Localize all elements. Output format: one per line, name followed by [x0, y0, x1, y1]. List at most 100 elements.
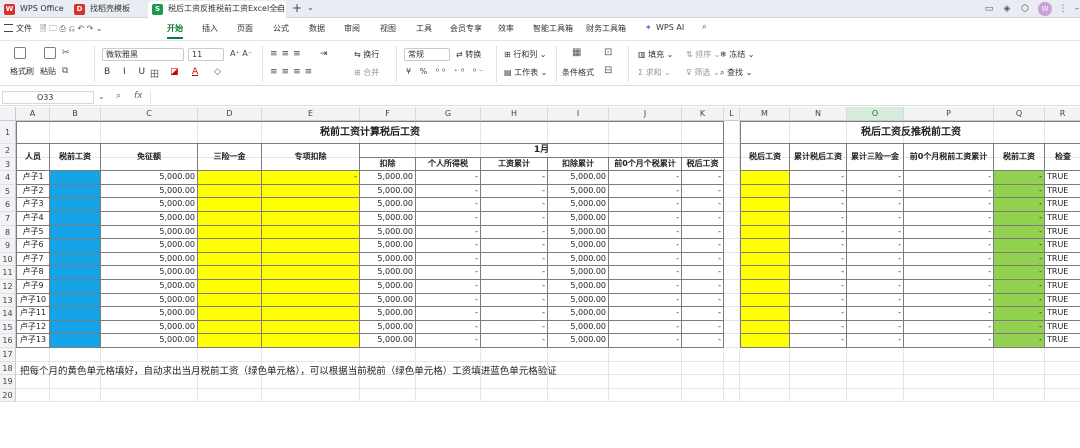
deduct-value[interactable]: 5,000.00 [360, 293, 416, 308]
deduct-cum-value[interactable]: 5,000.00 [548, 212, 609, 226]
special-input[interactable] [262, 293, 360, 308]
grid-cell[interactable] [740, 375, 790, 389]
grid-cell[interactable] [548, 361, 609, 376]
deduct-cum-value[interactable]: 5,000.00 [548, 184, 609, 199]
header-deduct-cum[interactable]: 扣除累计 [548, 157, 609, 172]
aftertax-value[interactable]: - [682, 293, 724, 308]
wage-cum-value[interactable]: - [481, 266, 548, 280]
deduct-cum-value[interactable]: 5,000.00 [548, 239, 609, 253]
wage-cum-value[interactable]: - [481, 239, 548, 253]
deduct-value[interactable]: 5,000.00 [360, 252, 416, 267]
fx-icon[interactable]: fx [134, 91, 143, 101]
font-color-icon[interactable]: A [192, 67, 198, 77]
pretax-input[interactable] [50, 307, 101, 321]
wage-cum-value[interactable]: - [481, 225, 548, 240]
prev-pretax-value[interactable]: - [904, 212, 994, 226]
special-input[interactable] [262, 266, 360, 280]
menu-review[interactable]: 审阅 [344, 23, 360, 34]
grid-cell[interactable] [682, 361, 724, 376]
header-right-pretax[interactable]: 税前工资 [994, 144, 1045, 172]
clear-format-icon[interactable]: ◇ [214, 67, 221, 77]
cum-ins-value[interactable]: - [847, 171, 904, 185]
format-painter-icon[interactable] [14, 47, 26, 59]
halign-buttons[interactable]: ≡≡≡≡ [270, 67, 316, 77]
aftertax-input[interactable] [740, 212, 790, 226]
grid-cell[interactable] [724, 320, 740, 335]
deduct-cum-value[interactable]: 5,000.00 [548, 320, 609, 335]
tax-value[interactable]: - [416, 198, 481, 212]
header-right-aftertax[interactable]: 税后工资 [740, 144, 790, 172]
grid-cell[interactable] [609, 361, 682, 376]
conditional-format-icon[interactable]: ▦ [572, 47, 581, 58]
grid-cell[interactable] [790, 388, 847, 403]
header-exempt[interactable]: 免征额 [101, 144, 198, 172]
header-wage-cum[interactable]: 工资累计 [481, 157, 548, 172]
cum-ins-value[interactable]: - [847, 293, 904, 308]
tax-value[interactable]: - [416, 252, 481, 267]
column-header-K[interactable]: K [682, 107, 724, 121]
check-value[interactable]: TRUE [1045, 280, 1080, 294]
wrap-text-button[interactable]: ⇆ 换行 [354, 49, 379, 60]
deduct-value[interactable]: 5,000.00 [360, 171, 416, 185]
cum-aftertax-value[interactable]: - [790, 171, 847, 185]
aftertax-input[interactable] [740, 225, 790, 240]
aftertax-input[interactable] [740, 184, 790, 199]
cum-ins-value[interactable]: - [847, 280, 904, 294]
wage-cum-value[interactable]: - [481, 320, 548, 335]
cum-ins-value[interactable]: - [847, 198, 904, 212]
exempt-value[interactable]: 5,000.00 [101, 198, 198, 212]
grid-cell[interactable] [740, 348, 790, 362]
grid-cell[interactable] [724, 252, 740, 267]
row-header-10[interactable]: 10 [0, 252, 16, 267]
exempt-value[interactable]: 5,000.00 [101, 307, 198, 321]
aftertax-value[interactable]: - [682, 307, 724, 321]
grid-cell[interactable] [198, 348, 262, 362]
grid-cell[interactable] [790, 375, 847, 389]
prev-pretax-value[interactable]: - [904, 266, 994, 280]
name-box[interactable]: O33 [2, 91, 94, 104]
deduct-cum-value[interactable]: 5,000.00 [548, 266, 609, 280]
person-name[interactable]: 卢子1 [16, 171, 50, 185]
grid-cell[interactable] [481, 388, 548, 403]
pretax-result[interactable]: - [994, 252, 1045, 267]
grid-cell[interactable] [262, 348, 360, 362]
grid-cell[interactable] [724, 198, 740, 212]
text-style-buttons[interactable]: B I U [104, 67, 150, 77]
exempt-value[interactable]: 5,000.00 [101, 212, 198, 226]
person-name[interactable]: 卢子12 [16, 320, 50, 335]
row-header-17[interactable]: 17 [0, 348, 16, 362]
grid-cell[interactable] [847, 375, 904, 389]
pretax-input[interactable] [50, 334, 101, 348]
grid-cell[interactable] [360, 375, 416, 389]
freeze-button[interactable]: ❄ 冻结 ⌄ [720, 49, 755, 60]
grid-cell[interactable] [904, 348, 994, 362]
name-box-chevron-icon[interactable]: ⌄ [98, 92, 105, 101]
special-input[interactable] [262, 334, 360, 348]
pretax-input[interactable] [50, 198, 101, 212]
grid-cell[interactable] [262, 375, 360, 389]
menu-tools[interactable]: 工具 [416, 23, 432, 34]
insurance-input[interactable] [198, 239, 262, 253]
title-left[interactable]: 税前工资计算税后工资 [16, 121, 724, 144]
row-header-11[interactable]: 11 [0, 266, 16, 280]
header-right-cum-ins[interactable]: 累计三险一金 [847, 144, 904, 172]
font-name-select[interactable]: 微软雅黑 [102, 48, 184, 61]
person-name[interactable]: 卢子2 [16, 184, 50, 199]
check-value[interactable]: TRUE [1045, 212, 1080, 226]
person-name[interactable]: 卢子5 [16, 225, 50, 240]
deduct-value[interactable]: 5,000.00 [360, 198, 416, 212]
row-header-5[interactable]: 5 [0, 184, 16, 199]
row-header-8[interactable]: 8 [0, 225, 16, 240]
grid-cell[interactable] [360, 388, 416, 403]
deduct-value[interactable]: 5,000.00 [360, 280, 416, 294]
cum-ins-value[interactable]: - [847, 239, 904, 253]
prev-tax-value[interactable]: - [609, 334, 682, 348]
grid-cell[interactable] [724, 280, 740, 294]
row-header-20[interactable]: 20 [0, 388, 16, 403]
column-header-D[interactable]: D [198, 107, 262, 121]
grid-cell[interactable] [724, 307, 740, 321]
column-header-G[interactable]: G [416, 107, 481, 121]
pretax-result[interactable]: - [994, 266, 1045, 280]
person-name[interactable]: 卢子4 [16, 212, 50, 226]
grid-cell[interactable] [416, 388, 481, 403]
